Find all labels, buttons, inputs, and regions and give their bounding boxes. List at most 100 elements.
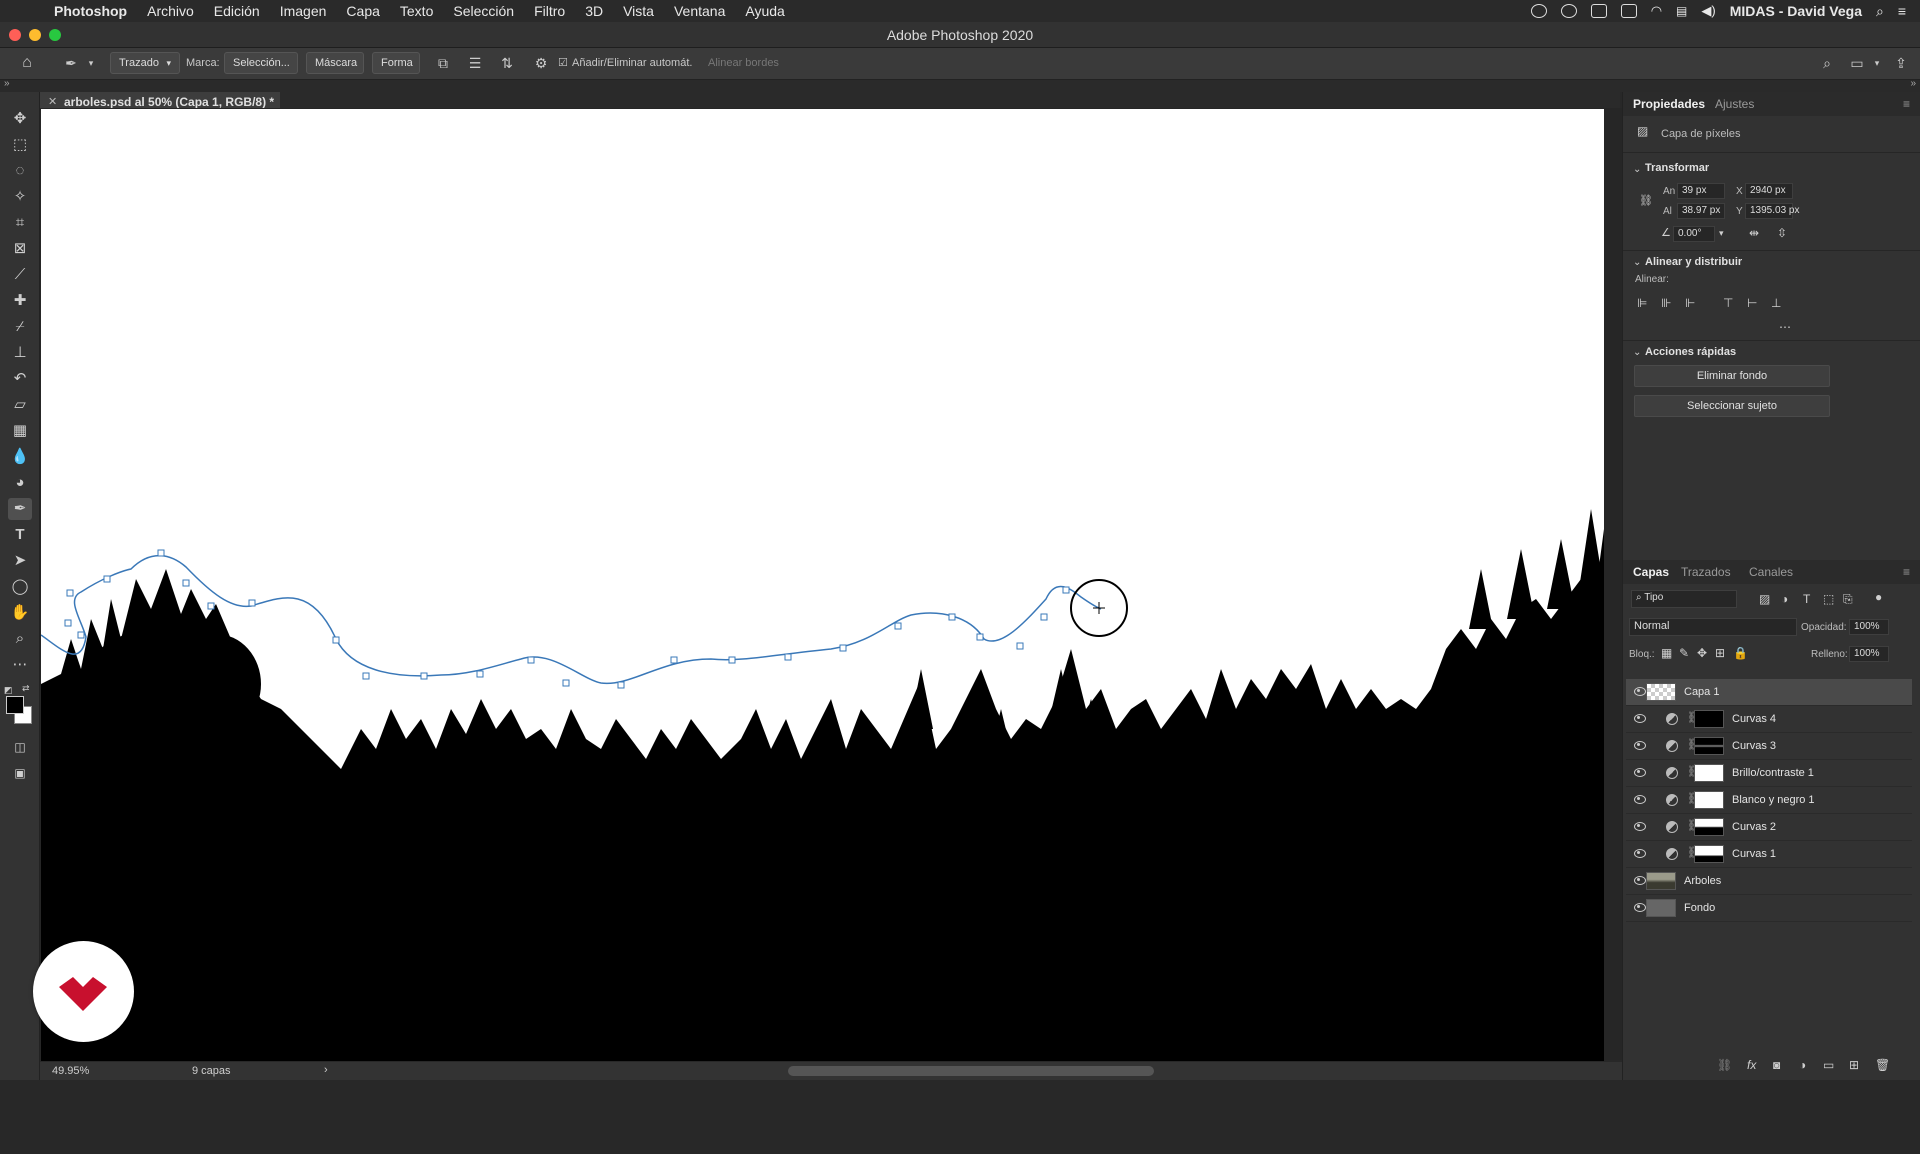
visibility-eye-icon[interactable]	[1634, 714, 1646, 723]
layer-row[interactable]: Fondo	[1626, 895, 1912, 922]
panel-menu-icon[interactable]: ≡	[1903, 97, 1910, 111]
align-hcenter-icon[interactable]: ⊪	[1661, 296, 1671, 310]
remove-background-button[interactable]: Eliminar fondo	[1634, 365, 1830, 387]
frame-tool-icon[interactable]: ⊠	[8, 238, 32, 260]
collapse-panels-icon[interactable]: »	[1910, 78, 1916, 89]
auto-add-delete-checkbox[interactable]: ☑	[558, 56, 568, 69]
menu-vista[interactable]: Vista	[623, 3, 654, 19]
blur-tool-icon[interactable]: 💧	[8, 446, 32, 468]
tab-propiedades[interactable]: Propiedades	[1633, 97, 1705, 111]
flip-vertical-icon[interactable]: ⇳	[1777, 226, 1787, 240]
path-selection-tool-icon[interactable]: ➤	[8, 550, 32, 572]
ellipse-tool-icon[interactable]: ◯	[8, 576, 32, 598]
layer-name[interactable]: Fondo	[1684, 902, 1715, 914]
path-alignment-icon[interactable]: ☰	[466, 54, 484, 72]
eraser-tool-icon[interactable]: ▱	[8, 394, 32, 416]
screen-mode-icon[interactable]: ▣	[8, 762, 32, 784]
align-edges-label[interactable]: Alinear bordes	[708, 57, 779, 69]
align-bottom-icon[interactable]: ⊥	[1771, 296, 1781, 310]
layer-row[interactable]: ⛓ Curvas 4	[1626, 706, 1912, 733]
canvas-area[interactable]	[40, 108, 1654, 1074]
add-mask-icon[interactable]: ◙	[1773, 1058, 1780, 1072]
history-brush-tool-icon[interactable]: ↶	[8, 368, 32, 390]
layer-name[interactable]: Curvas 2	[1732, 821, 1776, 833]
blend-mode-select[interactable]: Normal	[1629, 618, 1797, 636]
horizontal-scrollbar-thumb[interactable]	[788, 1066, 1154, 1076]
tab-ajustes[interactable]: Ajustes	[1715, 97, 1754, 111]
brush-tool-icon[interactable]: ⌿	[8, 316, 32, 338]
creative-cloud-icon[interactable]	[1560, 4, 1577, 18]
align-left-icon[interactable]: ⊫	[1637, 296, 1647, 310]
new-group-icon[interactable]: ▭	[1823, 1058, 1834, 1072]
magic-wand-tool-icon[interactable]: ✧	[8, 186, 32, 208]
align-top-icon[interactable]: ⊤	[1723, 296, 1733, 310]
dodge-tool-icon[interactable]: ◕	[8, 472, 32, 494]
path-arrangement-icon[interactable]: ⇅	[498, 54, 516, 72]
tab-canales[interactable]: Canales	[1749, 565, 1793, 579]
align-heading[interactable]: Alinear y distribuir	[1645, 256, 1742, 268]
fill-field[interactable]: 100%	[1849, 646, 1889, 662]
hand-tool-icon[interactable]: ✋	[8, 602, 32, 624]
lock-transparent-icon[interactable]: ▦	[1661, 646, 1672, 660]
visibility-eye-icon[interactable]	[1634, 903, 1646, 912]
angle-field[interactable]: 0.00°	[1673, 226, 1715, 242]
default-colors-icon[interactable]: ◩	[4, 685, 13, 696]
menu-ayuda[interactable]: Ayuda	[745, 3, 784, 19]
chevron-down-icon[interactable]: ▾	[1868, 54, 1886, 72]
path-operations-icon[interactable]: ⧉	[434, 54, 452, 72]
crop-tool-icon[interactable]: ⌗	[8, 212, 32, 234]
expand-panels-icon[interactable]: »	[4, 78, 10, 89]
healing-brush-tool-icon[interactable]: ✚	[8, 290, 32, 312]
layer-name[interactable]: Curvas 3	[1732, 740, 1776, 752]
layer-name[interactable]: Curvas 4	[1732, 713, 1776, 725]
eyedropper-tool-icon[interactable]: ⟋	[8, 264, 32, 286]
more-tools-icon[interactable]: ⋯	[8, 654, 32, 676]
marquee-tool-icon[interactable]: ⬚	[8, 134, 32, 156]
height-field[interactable]: 38.97 px	[1677, 203, 1725, 219]
record-icon[interactable]	[1530, 4, 1547, 18]
y-field[interactable]: 1395.03 px	[1745, 203, 1800, 219]
type-tool-icon[interactable]: T	[8, 524, 32, 546]
close-tab-icon[interactable]: ✕	[48, 95, 57, 108]
filter-shape-icon[interactable]: ⬚	[1823, 592, 1834, 606]
layer-row[interactable]: Capa 1	[1626, 679, 1912, 706]
link-icon[interactable]: ⛓	[1639, 194, 1653, 207]
align-right-icon[interactable]: ⊩	[1685, 296, 1695, 310]
share-icon[interactable]: ⇪	[1892, 54, 1910, 72]
layer-name[interactable]: Curvas 1	[1732, 848, 1776, 860]
layer-name[interactable]: Blanco y negro 1	[1732, 794, 1815, 806]
gradient-tool-icon[interactable]: ▦	[8, 420, 32, 442]
filter-toggle-icon[interactable]: ●	[1875, 590, 1882, 604]
foreground-color-swatch[interactable]	[6, 696, 24, 714]
pen-tool-icon[interactable]: ✒	[8, 498, 32, 520]
filter-adjustment-icon[interactable]: ◑	[1781, 592, 1788, 606]
lock-position-icon[interactable]: ✥	[1697, 646, 1707, 660]
visibility-eye-icon[interactable]	[1634, 768, 1646, 777]
quick-actions-heading[interactable]: Acciones rápidas	[1645, 346, 1736, 358]
menu-3d[interactable]: 3D	[585, 3, 603, 19]
spotlight-search-icon[interactable]: ⌕	[1876, 3, 1884, 20]
tab-trazados[interactable]: Trazados	[1681, 565, 1731, 579]
align-vcenter-icon[interactable]: ⊢	[1747, 296, 1757, 310]
menu-photoshop[interactable]: Photoshop	[54, 3, 127, 19]
visibility-eye-icon[interactable]	[1634, 741, 1646, 750]
flip-horizontal-icon[interactable]: ⇹	[1749, 226, 1759, 240]
control-center-icon[interactable]: ≡	[1898, 3, 1906, 19]
move-tool-icon[interactable]: ✥	[8, 108, 32, 130]
mascara-button[interactable]: Máscara	[306, 52, 364, 74]
layer-filter-select[interactable]: ⌕ Tipo	[1631, 590, 1737, 608]
chevron-right-icon[interactable]: ›	[324, 1064, 328, 1076]
menu-seleccion[interactable]: Selección	[453, 3, 514, 19]
new-adjustment-icon[interactable]: ◑	[1799, 1058, 1806, 1072]
lock-pixels-icon[interactable]: ✎	[1679, 646, 1689, 660]
visibility-eye-icon[interactable]	[1634, 822, 1646, 831]
x-field[interactable]: 2940 px	[1745, 183, 1793, 199]
display-icon[interactable]	[1620, 4, 1637, 18]
width-field[interactable]: 39 px	[1677, 183, 1725, 199]
new-layer-icon[interactable]: ⊞	[1849, 1058, 1859, 1072]
visibility-eye-icon[interactable]	[1634, 876, 1646, 885]
quick-mask-icon[interactable]: ◫	[8, 736, 32, 758]
clone-stamp-tool-icon[interactable]: ⊥	[8, 342, 32, 364]
lock-artboard-icon[interactable]: ⊞	[1715, 646, 1725, 660]
menu-texto[interactable]: Texto	[400, 3, 433, 19]
